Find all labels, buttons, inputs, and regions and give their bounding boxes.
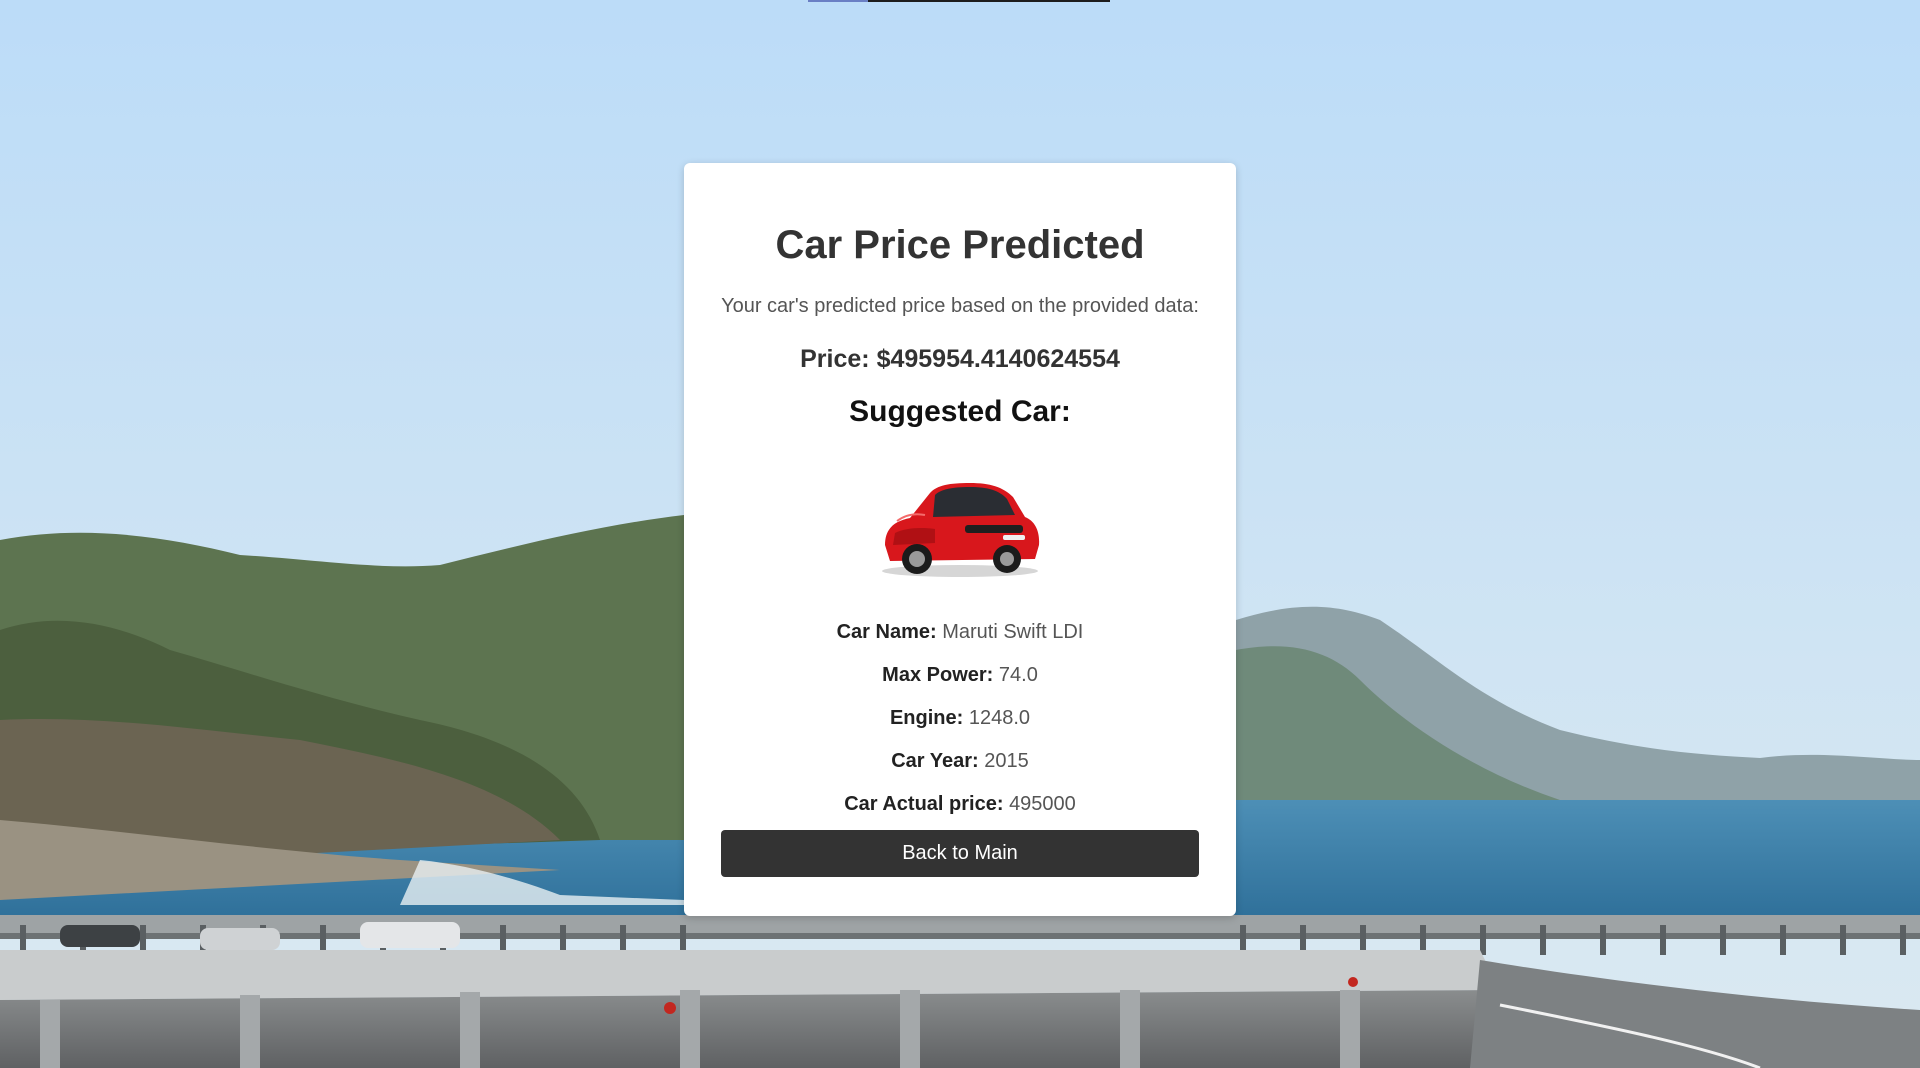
predicted-price: Price: $495954.4140624554 xyxy=(684,345,1236,374)
top-scroll-indicator xyxy=(808,0,1110,2)
page-title: Car Price Predicted xyxy=(775,223,1145,267)
price-value: $495954.4140624554 xyxy=(876,345,1120,373)
actual-price-value: 495000 xyxy=(1009,793,1076,815)
max-power-row: Max Power: 74.0 xyxy=(684,664,1236,687)
red-hatchback-car-image xyxy=(875,473,1045,583)
car-year-label: Car Year: xyxy=(891,750,979,772)
back-to-main-button[interactable]: Back to Main xyxy=(721,830,1199,877)
max-power-label: Max Power: xyxy=(882,664,994,686)
car-year-value: 2015 xyxy=(984,750,1029,772)
car-name-label: Car Name: xyxy=(836,621,937,643)
price-label: Price: xyxy=(800,345,870,373)
engine-value: 1248.0 xyxy=(968,707,1031,729)
car-name-row: Car Name: Maruti Swift LDI xyxy=(684,621,1236,644)
result-subtitle: Your car's predicted price based on the … xyxy=(721,295,1199,317)
engine-label: Engine: xyxy=(889,707,964,729)
max-power-value: 74.0 xyxy=(998,664,1038,686)
car-name-value: Maruti Swift LDI xyxy=(942,621,1084,643)
engine-row: Engine: 1248.0 xyxy=(684,707,1236,730)
suggested-car-heading: Suggested Car: xyxy=(849,395,1071,428)
car-year-row: Car Year: 2015 xyxy=(684,750,1236,773)
actual-price-row: Car Actual price: 495000 xyxy=(684,793,1236,816)
result-card: Car Price Predicted Your car's predicted… xyxy=(684,163,1236,916)
actual-price-label: Car Actual price: xyxy=(844,793,1004,815)
